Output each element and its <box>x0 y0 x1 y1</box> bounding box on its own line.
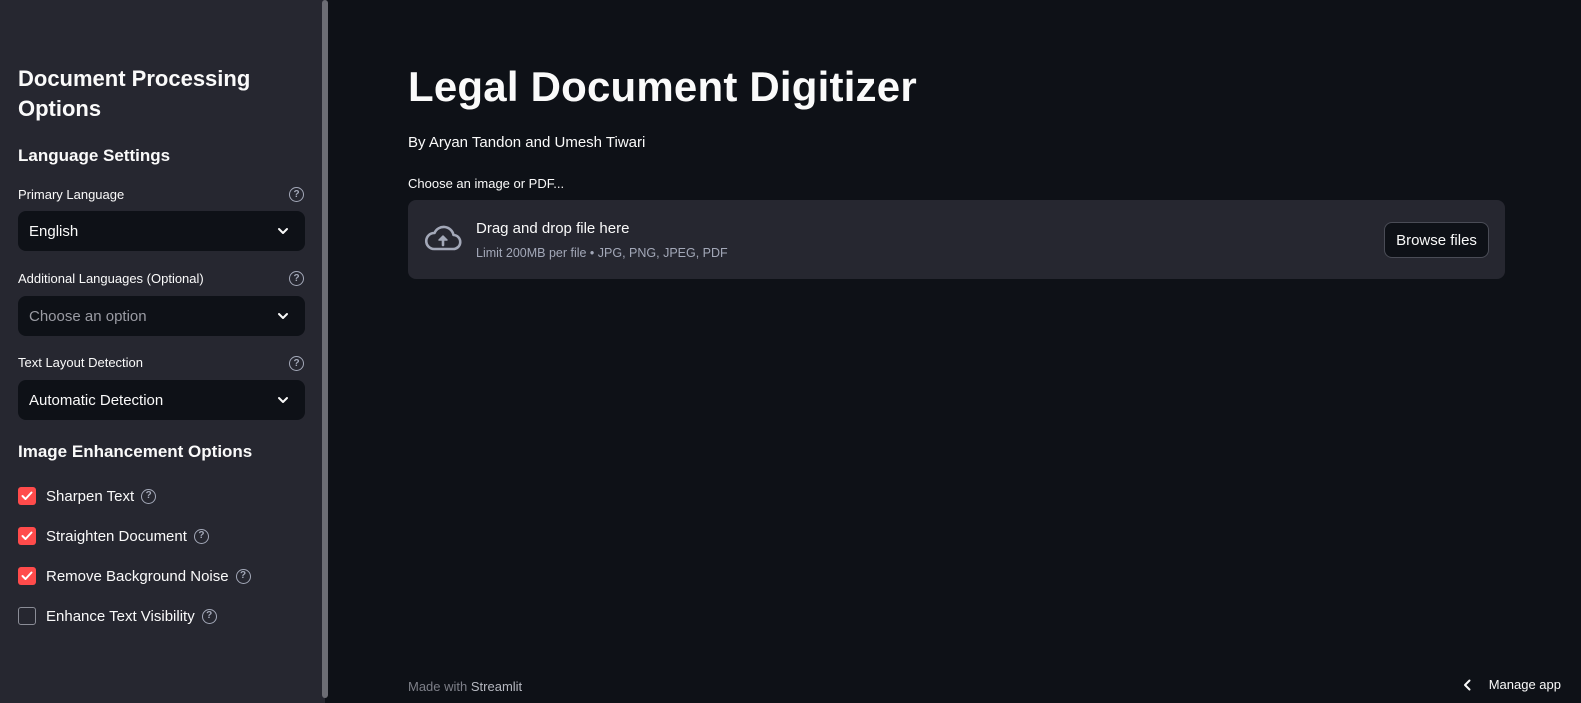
cloud-upload-icon <box>424 222 462 256</box>
option-label: Sharpen Text <box>46 487 135 505</box>
checkbox-checked-icon[interactable] <box>18 527 36 545</box>
option-enhance-text-visibility[interactable]: Enhance Text Visibility ? <box>18 606 217 626</box>
footer-made-with-text: Made with <box>408 679 468 694</box>
file-dropzone[interactable]: Drag and drop file here Limit 200MB per … <box>408 200 1505 279</box>
checkbox-checked-icon[interactable] <box>18 487 36 505</box>
help-icon[interactable]: ? <box>141 488 157 504</box>
additional-languages-multiselect[interactable]: Choose an option <box>18 296 305 336</box>
help-icon[interactable]: ? <box>235 568 251 584</box>
option-label: Enhance Text Visibility <box>46 607 195 625</box>
primary-language-label: Primary Language <box>18 187 125 202</box>
checkbox-checked-icon[interactable] <box>18 567 36 585</box>
layout-detection-select[interactable]: Automatic Detection <box>18 380 305 420</box>
additional-languages-placeholder: Choose an option <box>29 307 147 325</box>
primary-language-value: English <box>29 222 79 240</box>
page-title: Legal Document Digitizer <box>408 63 917 110</box>
sidebar-scrollbar[interactable] <box>322 0 328 698</box>
browse-files-button[interactable]: Browse files <box>1384 222 1489 258</box>
help-icon[interactable]: ? <box>289 187 304 202</box>
streamlit-link[interactable]: Streamlit <box>471 679 522 694</box>
option-straighten-document[interactable]: Straighten Document ? <box>18 526 209 546</box>
help-icon[interactable]: ? <box>193 528 209 544</box>
option-remove-background-noise[interactable]: Remove Background Noise ? <box>18 566 251 586</box>
authors-text: By Aryan Tandon and Umesh Tiwari <box>408 134 646 151</box>
chevron-left-icon <box>1463 679 1471 691</box>
primary-language-select[interactable]: English <box>18 211 305 251</box>
image-enhancement-heading: Image Enhancement Options <box>18 442 253 461</box>
help-icon[interactable]: ? <box>289 271 304 286</box>
help-icon[interactable]: ? <box>289 356 304 371</box>
manage-app-button[interactable]: Manage app <box>1463 677 1561 692</box>
sidebar: Document Processing Options Language Set… <box>0 0 325 703</box>
help-icon[interactable]: ? <box>201 608 217 624</box>
additional-languages-label: Additional Languages (Optional) <box>18 271 204 286</box>
chevron-down-icon <box>277 310 289 322</box>
checkbox-unchecked-icon[interactable] <box>18 607 36 625</box>
chevron-down-icon <box>277 225 289 237</box>
option-label: Remove Background Noise <box>46 567 229 585</box>
chevron-down-icon <box>277 394 289 406</box>
app-root: Document Processing Options Language Set… <box>0 0 1581 703</box>
layout-detection-value: Automatic Detection <box>29 391 164 409</box>
file-uploader-label: Choose an image or PDF... <box>408 176 565 191</box>
option-label: Straighten Document <box>46 527 187 545</box>
manage-app-label: Manage app <box>1488 677 1561 692</box>
layout-detection-label: Text Layout Detection <box>18 355 144 370</box>
language-settings-heading: Language Settings <box>18 146 171 165</box>
footer-made-with: Made with Streamlit <box>408 679 522 694</box>
dropzone-limit-text: Limit 200MB per file • JPG, PNG, JPEG, P… <box>476 246 728 260</box>
sidebar-title: Document Processing Options <box>18 66 251 121</box>
option-sharpen-text[interactable]: Sharpen Text ? <box>18 486 157 506</box>
dropzone-instructions: Drag and drop file here <box>476 220 630 237</box>
